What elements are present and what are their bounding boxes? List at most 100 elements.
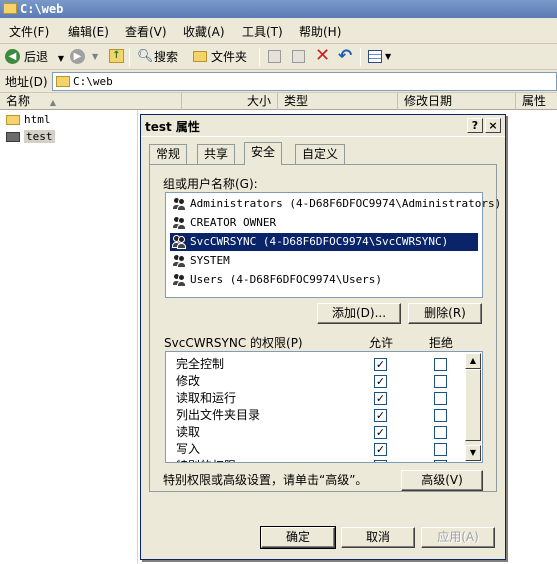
user-list-item[interactable]: SvcCWRSYNC (4-D68F6DFOC9974\SvcCWRSYNC) [170, 233, 478, 251]
apply-button[interactable]: 应用(A) [421, 527, 495, 548]
deny-checkbox[interactable] [434, 443, 447, 456]
scroll-up-icon[interactable]: ▲ [465, 353, 481, 369]
permission-name: 读取 [176, 425, 201, 439]
cancel-button[interactable]: 取消 [341, 527, 415, 548]
column-header-modified[interactable]: 修改日期 [398, 93, 516, 110]
permissions-label: SvcCWRSYNC 的权限(P) [164, 336, 303, 350]
allow-checkbox[interactable]: ✓ [374, 358, 387, 371]
allow-checkbox[interactable]: ✓ [374, 392, 387, 405]
address-input[interactable]: C:\web [52, 72, 557, 91]
scroll-thumb[interactable] [465, 369, 481, 441]
permission-name: 修改 [176, 374, 201, 388]
forward-button[interactable]: ▶ ▼ [70, 48, 104, 66]
sort-ascending-icon: ▲ [49, 98, 56, 107]
column-headers: 名称 ▲ 大小 类型 修改日期 属性 [0, 93, 557, 110]
close-button[interactable]: × [485, 118, 501, 133]
column-header-size[interactable]: 大小 [182, 93, 278, 110]
permission-row: 完全控制 ✓ [170, 356, 470, 373]
deny-checkbox[interactable] [434, 409, 447, 422]
delete-button[interactable]: ✕ [314, 47, 332, 66]
deny-checkbox[interactable] [434, 358, 447, 371]
user-name: Users (4-D68F6DFOC9974\Users) [190, 273, 383, 286]
users-listbox[interactable]: Administrators (4-D68F6DFOC9974\Administ… [165, 192, 501, 298]
menu-edit[interactable]: 编辑(E) [68, 23, 109, 40]
allow-checkbox[interactable]: ✓ [374, 443, 387, 456]
folder-item-html[interactable]: html [6, 112, 51, 128]
tab-sharing[interactable]: 共享 [197, 144, 236, 164]
add-user-button[interactable]: 添加(D)... [317, 303, 401, 324]
toolbar-separator [259, 48, 260, 66]
allow-checkbox[interactable]: ✓ [374, 375, 387, 388]
menu-file[interactable]: 文件(F) [9, 23, 49, 40]
views-dropdown-icon: ▼ [385, 52, 392, 61]
back-label: 后退 [24, 50, 49, 64]
user-name: SvcCWRSYNC (4-D68F6DFOC9974\SvcCWRSYNC) [190, 235, 449, 248]
address-value: C:\web [73, 75, 113, 88]
remove-user-button[interactable]: 删除(R) [408, 303, 482, 324]
window-title-bar: C:\web [0, 0, 557, 18]
deny-checkbox[interactable] [434, 460, 447, 462]
allow-header: 允许 [369, 336, 394, 350]
back-dropdown-icon[interactable]: ▼ [58, 54, 64, 63]
forward-arrow-icon: ▶ [70, 49, 85, 64]
deny-checkbox[interactable] [434, 392, 447, 405]
user-list-item[interactable]: SYSTEM [170, 252, 478, 270]
permissions-scrollbar[interactable]: ▲ ▼ [465, 353, 481, 461]
help-button[interactable]: ? [467, 118, 483, 133]
folders-label: 文件夹 [211, 50, 248, 64]
advanced-hint: 特别权限或高级设置，请单击“高级”。 [163, 473, 368, 487]
ok-button[interactable]: 确定 [260, 526, 336, 549]
folders-button[interactable]: 文件夹 [191, 48, 253, 66]
allow-checkbox[interactable]: ✓ [374, 460, 387, 462]
up-folder-button[interactable]: ↑ [108, 48, 126, 66]
scroll-down-icon[interactable]: ▼ [465, 445, 481, 461]
tab-general[interactable]: 常规 [149, 144, 188, 164]
permission-row: 读取 ✓ [170, 424, 470, 441]
toolbar: ◀ 后退 ▼ ▶ ▼ ↑ 🔍︎ 搜索 文件夹 ✕ ↶ ▼ [0, 44, 557, 70]
column-header-type[interactable]: 类型 [278, 93, 398, 110]
toolbar-separator [129, 48, 130, 66]
permission-name: 完全控制 [176, 357, 225, 371]
user-list-item[interactable]: Administrators (4-D68F6DFOC9974\Administ… [170, 195, 501, 213]
column-header-name[interactable]: 名称 ▲ [0, 93, 182, 110]
dialog-title: test 属性 [145, 120, 200, 134]
deny-checkbox[interactable] [434, 375, 447, 388]
folder-icon [3, 3, 17, 14]
forward-dropdown-icon[interactable]: ▼ [92, 48, 98, 66]
permission-row: 特别的权限 ✓ [170, 458, 470, 462]
tab-security[interactable]: 安全 [244, 142, 283, 165]
permissions-listbox[interactable]: 完全控制 ✓ 修改 ✓ 读取和运行 ✓ 列出文件夹目录 ✓ 读取 ✓ 写入 ✓ 特别的权限 ✓ ▲ ▼ [165, 351, 483, 463]
user-list-item[interactable]: Users (4-D68F6DFOC9974\Users) [170, 271, 478, 289]
back-button[interactable]: ◀ 后退 ▼ [5, 48, 67, 66]
undo-icon: ↶ [338, 46, 353, 66]
user-list-item[interactable]: CREATOR OWNER [170, 214, 478, 232]
folders-icon [193, 51, 207, 62]
deny-checkbox[interactable] [434, 426, 447, 439]
move-to-button[interactable] [266, 48, 284, 66]
deny-header: 拒绝 [429, 336, 454, 350]
views-button[interactable]: ▼ [367, 48, 395, 66]
menu-view[interactable]: 查看(V) [125, 23, 167, 40]
search-label: 搜索 [154, 50, 179, 64]
user-group-icon [172, 273, 187, 287]
user-name: Administrators (4-D68F6DFOC9974\Administ… [190, 197, 502, 210]
user-name: SYSTEM [190, 254, 230, 267]
column-header-attributes[interactable]: 属性 [516, 93, 557, 110]
folder-item-test[interactable]: test [6, 129, 55, 145]
menu-help[interactable]: 帮助(H) [299, 23, 341, 40]
allow-checkbox[interactable]: ✓ [374, 409, 387, 422]
permission-name: 列出文件夹目录 [176, 408, 261, 422]
permission-name: 写入 [176, 442, 201, 456]
user-group-icon [172, 254, 187, 268]
tab-customize[interactable]: 自定义 [295, 144, 346, 164]
undo-button[interactable]: ↶ [337, 46, 355, 66]
menu-favorites[interactable]: 收藏(A) [183, 23, 225, 40]
menu-tools[interactable]: 工具(T) [242, 23, 283, 40]
group-users-label: 组或用户名称(G): [163, 177, 258, 191]
user-group-icon [172, 235, 187, 249]
copy-to-button[interactable] [290, 48, 308, 66]
allow-checkbox[interactable]: ✓ [374, 426, 387, 439]
advanced-button[interactable]: 高级(V) [401, 470, 483, 491]
search-button[interactable]: 🔍︎ 搜索 [136, 48, 186, 66]
permission-row: 写入 ✓ [170, 441, 470, 458]
